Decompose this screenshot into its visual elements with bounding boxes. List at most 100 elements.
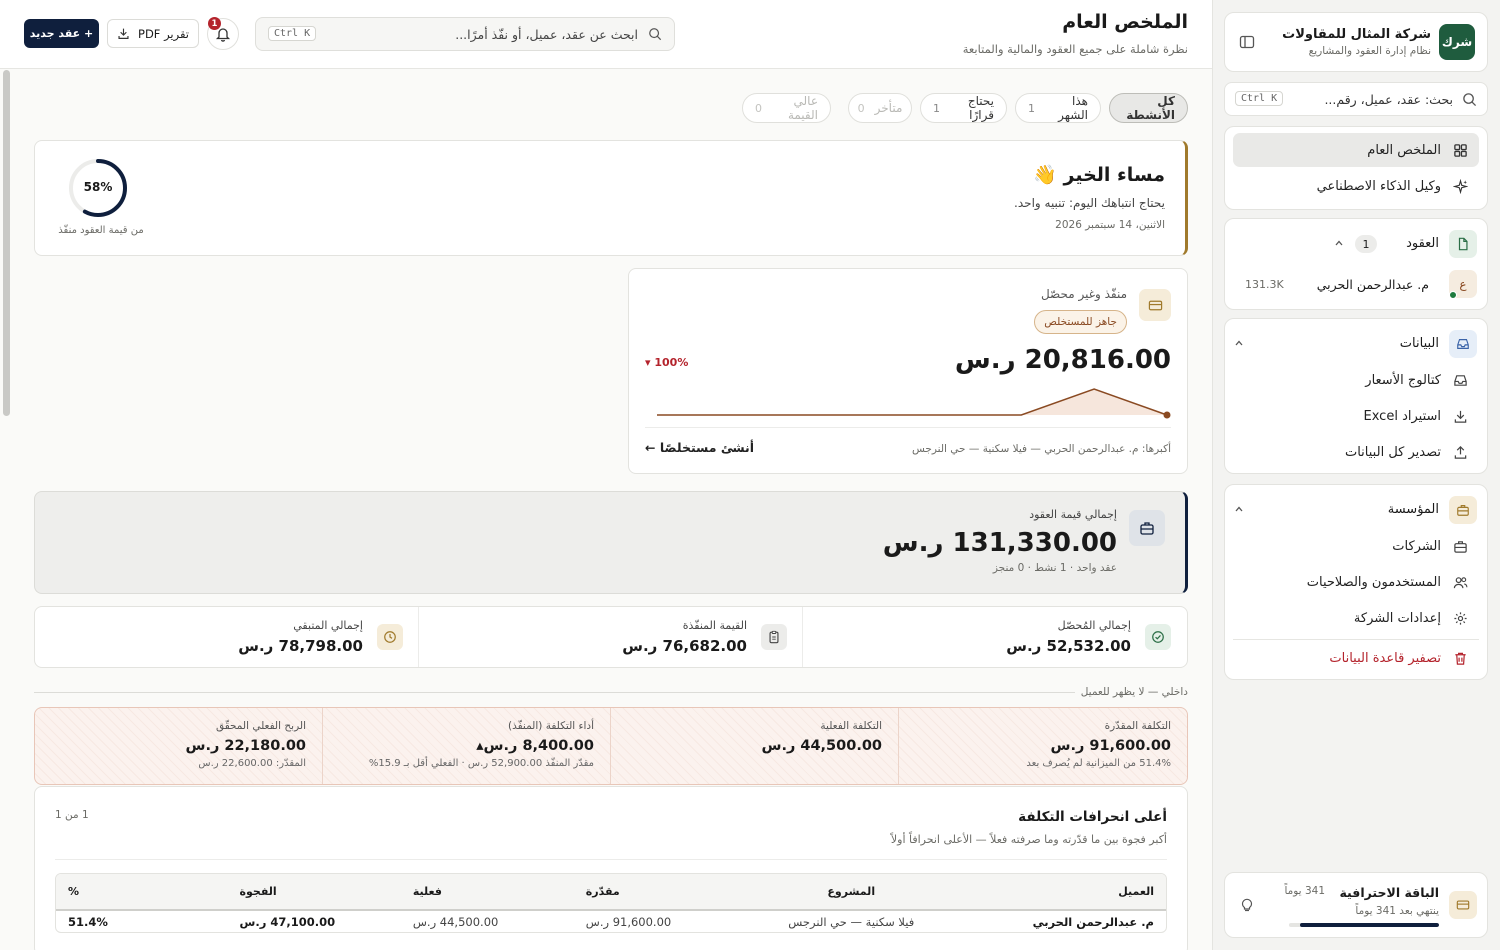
nav-item-export-all[interactable]: تصدير كل البيانات	[1233, 435, 1479, 469]
table-row[interactable]: م. عبدالرحمن الحربي فيلا سكنية — حي النرج…	[56, 910, 1166, 932]
internal-cost-panel: التكلفة المقدّرة 91,600.00 ر.س 51.4% من ال…	[34, 707, 1188, 785]
internal-metric-label: أداء التكلفة (المنفّذ)	[508, 720, 594, 732]
table-column-header[interactable]: %	[56, 874, 228, 910]
nav-item-reset-database[interactable]: تصفير قاعدة البيانات	[1233, 641, 1479, 675]
company-subtitle: نظام إدارة العقود والمشاريع	[1308, 45, 1431, 57]
data-section: البيانات كتالوج الأسعار استيراد Excel تص…	[1224, 318, 1488, 474]
pdf-report-label: تقرير PDF	[138, 26, 189, 41]
plan-progress-fill	[1299, 923, 1439, 927]
clipboard-icon	[761, 624, 787, 650]
stat-label: القيمة المنفّذة	[682, 619, 747, 632]
largest-item: أكبرها: م. عبدالرحمن الحربي — فيلا سكنية…	[911, 443, 1171, 455]
upload-icon	[1451, 443, 1469, 461]
internal-metric-sub: 51.4% من الميزانية لم يُصرف بعد	[1026, 758, 1171, 769]
collapse-sidebar-icon[interactable]	[1239, 34, 1255, 50]
sidebar-search[interactable]: بحث: عقد، عميل، رقم... Ctrl K	[1224, 82, 1488, 116]
nav-item-company-settings[interactable]: إعدادات الشركة	[1233, 601, 1479, 635]
page-subtitle: نظرة شاملة على جميع العقود والمالية والم…	[962, 42, 1188, 56]
client-name: م. عبدالرحمن الحربي	[1316, 277, 1429, 292]
internal-metric-label: التكلفة الفعلية	[820, 720, 882, 732]
contract-client-row[interactable]: ع م. عبدالرحمن الحربي 131.3K	[1235, 269, 1477, 299]
internal-metric-label: الربح الفعلي المحقّق	[215, 720, 306, 732]
chevron-up-icon[interactable]	[1234, 338, 1244, 348]
table-cell: فيلا سكنية — حي النرجس	[788, 914, 915, 929]
executed-uncollected-card: منفّذ وغير محصّل جاهز للمستخلص 20,816.00…	[628, 268, 1188, 474]
global-search[interactable]: ابحث عن عقد، عميل، أو نفّذ أمرًا... Ctrl…	[255, 17, 675, 51]
chevron-up-icon[interactable]	[1334, 238, 1344, 248]
internal-metric-value: 22,180.00 ر.س	[185, 738, 306, 754]
new-contract-button[interactable]: + عقد جديد	[24, 19, 99, 48]
data-header[interactable]: البيانات	[1235, 329, 1477, 359]
executed-amount: 20,816.00 ر.س	[954, 345, 1171, 375]
org-title: المؤسسة	[1387, 502, 1439, 517]
table-column-header[interactable]: المشروع	[728, 874, 974, 910]
divider	[645, 427, 1171, 428]
greeting-title: مساء الخير 👋	[1033, 164, 1165, 186]
inbox-icon	[1451, 371, 1469, 389]
internal-metric-sub: المقدّر: 22,600.00 ر.س	[198, 758, 306, 769]
filter-label: عالي القيمة	[787, 94, 818, 122]
stats-row: إجمالي المُحصّل 52,532.00 ر.س القيمة الم…	[34, 606, 1188, 668]
execution-ring-caption: من قيمة العقود منفّذ	[58, 225, 144, 236]
filter-pill[interactable]: هذا الشهر 1	[1015, 93, 1101, 123]
briefcase-icon	[1451, 537, 1469, 555]
download-icon	[117, 27, 130, 40]
executed-change: 100% ▾	[645, 356, 689, 369]
internal-metric-cell: أداء التكلفة (المنفّذ) 8,400.00 ر.س▴ مقدّر…	[323, 708, 611, 784]
table-cell: م. عبدالرحمن الحربي	[1032, 914, 1154, 929]
search-icon	[1462, 92, 1477, 107]
nav-item-overview[interactable]: الملخص العام	[1233, 133, 1479, 167]
stat-value: 76,682.00 ر.س	[622, 637, 747, 655]
top-header: الملخص العام نظرة شاملة على جميع العقود …	[0, 0, 1212, 69]
org-header[interactable]: المؤسسة	[1235, 495, 1477, 525]
stat-executed: القيمة المنفّذة 76,682.00 ر.س	[419, 607, 803, 667]
table-cell: 44,500.00 ر.س	[412, 914, 499, 929]
sidebar-search-input[interactable]: بحث: عقد، عميل، رقم...	[1324, 92, 1453, 107]
internal-label: داخلي — لا يظهر للعميل	[1074, 686, 1188, 698]
table-column-header[interactable]: العميل	[974, 874, 1166, 910]
search-shortcut: Ctrl K	[268, 26, 317, 41]
table-column-header[interactable]: فعلية	[401, 874, 574, 910]
deviations-title: أعلى انحرافات التكلفة	[1018, 809, 1167, 825]
lightbulb-icon[interactable]	[1239, 897, 1255, 913]
online-dot	[1449, 291, 1457, 299]
nav-item-label: المستخدمون والصلاحيات	[1306, 574, 1441, 590]
filter-pill[interactable]: يحتاج قرارًا 1	[920, 93, 1007, 123]
plan-days: 341 يوماً	[1284, 885, 1325, 897]
plan-subtitle: ينتهي بعد 341 يوماً	[1355, 905, 1439, 917]
nav-item-ai-agent[interactable]: وكيل الذكاء الاصطناعي	[1233, 169, 1479, 203]
internal-divider-line	[34, 692, 1100, 693]
create-invoice-link[interactable]: أنشئ مستخلصًا ←	[645, 440, 754, 455]
briefcase-icon	[1449, 496, 1477, 524]
table-column-header[interactable]: الفجوة	[228, 874, 401, 910]
plan-card[interactable]: الباقة الاحترافية 341 يوماً ينتهي بعد 34…	[1224, 872, 1488, 938]
internal-metric-value: 44,500.00 ر.س	[761, 738, 882, 754]
sparkle-icon	[1451, 177, 1469, 195]
search-shortcut: Ctrl K	[1235, 91, 1284, 106]
trash-icon	[1451, 649, 1469, 667]
filter-label: هذا الشهر	[1058, 94, 1088, 122]
executed-sparkline	[657, 388, 1171, 419]
executed-card-title: منفّذ وغير محصّل	[1040, 287, 1127, 301]
contracts-count: 1	[1355, 235, 1377, 253]
nav-item-label: وكيل الذكاء الاصطناعي	[1316, 178, 1441, 194]
total-contracts-title: إجمالي قيمة العقود	[1029, 508, 1117, 521]
nav-item-price-catalog[interactable]: كتالوج الأسعار	[1233, 363, 1479, 397]
nav-item-companies[interactable]: الشركات	[1233, 529, 1479, 563]
contracts-header[interactable]: العقود 1	[1235, 229, 1477, 259]
pdf-report-button[interactable]: تقرير PDF	[107, 19, 199, 48]
filter-pill: متأخر 0	[848, 93, 912, 123]
nav-item-label: تصفير قاعدة البيانات	[1329, 650, 1441, 666]
nav-item-users[interactable]: المستخدمون والصلاحيات	[1233, 565, 1479, 599]
main-scrollbar-thumb[interactable]	[3, 70, 10, 416]
company-logo: شرك	[1439, 24, 1475, 60]
data-title: البيانات	[1399, 336, 1439, 351]
total-contracts-meta: عقد واحد · 1 نشط · 0 منجز	[992, 562, 1117, 574]
chevron-up-icon[interactable]	[1234, 504, 1244, 514]
internal-metric-value: 91,600.00 ر.س	[1050, 738, 1171, 754]
global-search-input[interactable]: ابحث عن عقد، عميل، أو نفّذ أمرًا...	[455, 27, 638, 42]
notifications-button[interactable]: 1	[207, 17, 239, 50]
nav-item-import-excel[interactable]: استيراد Excel	[1233, 399, 1479, 433]
filter-pill[interactable]: كل الأنشطة	[1109, 93, 1188, 123]
table-column-header[interactable]: مقدّرة	[574, 874, 728, 910]
